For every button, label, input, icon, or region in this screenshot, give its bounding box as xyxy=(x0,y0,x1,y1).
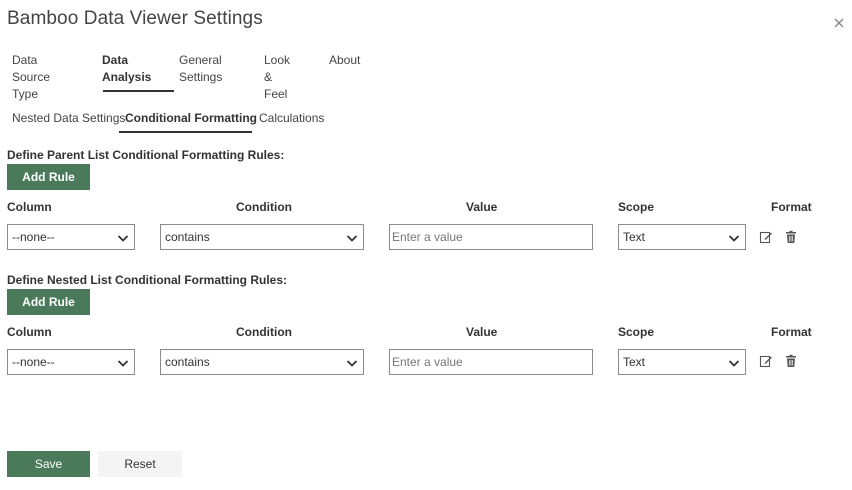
tab-data-source-type[interactable]: Data Source Type xyxy=(12,52,50,103)
parent-column-select[interactable]: --none-- xyxy=(7,224,135,250)
chevron-down-icon xyxy=(346,357,358,371)
tab-about[interactable]: About xyxy=(329,52,360,69)
parent-column-header: Column xyxy=(7,200,52,214)
parent-column-value: --none-- xyxy=(12,230,55,244)
chevron-down-icon xyxy=(117,232,129,246)
nested-column-select[interactable]: --none-- xyxy=(7,349,135,375)
nested-scope-header: Scope xyxy=(618,325,655,339)
parent-condition-header: Condition xyxy=(236,200,292,214)
nested-rules-heading: Define Nested List Conditional Formattin… xyxy=(7,273,288,287)
edit-icon[interactable] xyxy=(759,354,773,368)
parent-condition-select[interactable]: contains xyxy=(160,224,364,250)
close-icon[interactable] xyxy=(832,16,846,30)
parent-add-rule-button[interactable]: Add Rule xyxy=(7,164,90,190)
parent-scope-select[interactable]: Text xyxy=(618,224,746,250)
parent-condition-value: contains xyxy=(165,230,210,244)
nested-condition-value: contains xyxy=(165,355,210,369)
tab-data-analysis[interactable]: Data Analysis xyxy=(102,52,151,86)
dialog-title: Bamboo Data Viewer Settings xyxy=(7,8,263,29)
parent-scope-value: Text xyxy=(623,230,646,244)
nested-condition-select[interactable]: contains xyxy=(160,349,364,375)
subtab-calculations[interactable]: Calculations xyxy=(259,110,324,127)
reset-button[interactable]: Reset xyxy=(98,451,182,477)
edit-icon[interactable] xyxy=(759,230,773,244)
nested-add-rule-button[interactable]: Add Rule xyxy=(7,289,90,315)
trash-icon[interactable] xyxy=(784,230,798,244)
nested-scope-value: Text xyxy=(623,355,646,369)
subtab-conditional-formatting[interactable]: Conditional Formatting xyxy=(125,110,257,127)
chevron-down-icon xyxy=(728,357,740,371)
nested-format-header: Format xyxy=(771,325,812,339)
nested-value-input[interactable] xyxy=(389,349,593,375)
parent-rules-heading: Define Parent List Conditional Formattin… xyxy=(7,148,285,162)
active-subtab-indicator xyxy=(119,131,252,133)
nested-scope-select[interactable]: Text xyxy=(618,349,746,375)
parent-value-header: Value xyxy=(466,200,498,214)
tab-general-settings[interactable]: General Settings xyxy=(179,52,222,86)
nested-column-header: Column xyxy=(7,325,52,339)
save-button[interactable]: Save xyxy=(7,451,90,477)
trash-icon[interactable] xyxy=(784,354,798,368)
chevron-down-icon xyxy=(346,232,358,246)
nested-value-header: Value xyxy=(466,325,498,339)
parent-format-header: Format xyxy=(771,200,812,214)
nested-condition-header: Condition xyxy=(236,325,292,339)
chevron-down-icon xyxy=(728,232,740,246)
tab-look-and-feel[interactable]: Look & Feel xyxy=(264,52,290,103)
nested-column-value: --none-- xyxy=(12,355,55,369)
parent-scope-header: Scope xyxy=(618,200,655,214)
active-tab-indicator xyxy=(103,90,174,92)
parent-value-input[interactable] xyxy=(389,224,593,250)
chevron-down-icon xyxy=(117,357,129,371)
subtab-nested-data-settings[interactable]: Nested Data Settings xyxy=(12,110,125,127)
